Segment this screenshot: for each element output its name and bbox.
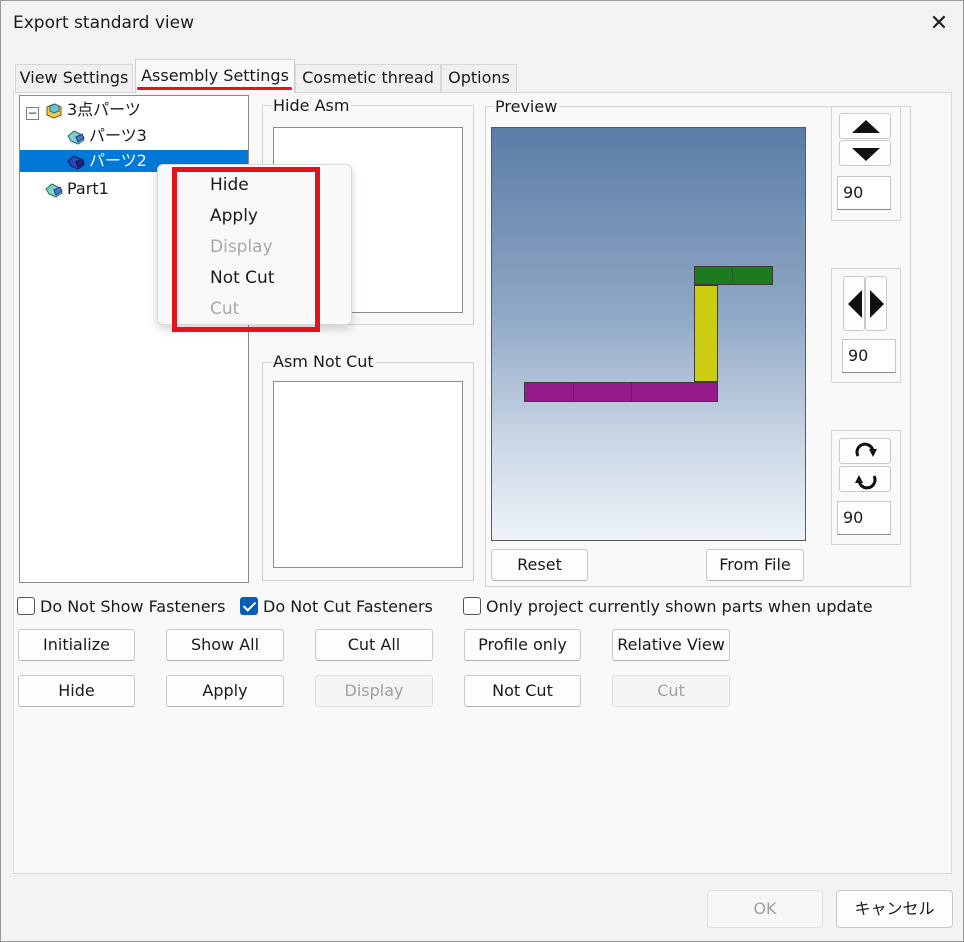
- asm-not-cut-list[interactable]: [273, 381, 463, 568]
- rotate-clockwise-icon: [855, 442, 877, 457]
- tree-item-label: Part1: [67, 179, 109, 198]
- asm-not-cut-label: Asm Not Cut: [271, 352, 376, 371]
- tree-item-root[interactable]: 3点パーツ: [44, 99, 141, 121]
- preview-edge: [631, 382, 632, 402]
- relative-view-button[interactable]: Relative View: [612, 629, 730, 661]
- assembly-icon: [46, 102, 62, 119]
- cancel-button[interactable]: キャンセル: [836, 890, 953, 928]
- checkbox-label: Do Not Show Fasteners: [40, 597, 226, 616]
- checkbox-label: Only project currently shown parts when …: [486, 597, 873, 616]
- cut-all-button[interactable]: Cut All: [315, 629, 433, 661]
- arrow-right-icon: [870, 290, 884, 318]
- arrow-up-icon: [852, 120, 880, 133]
- tree-item-part3[interactable]: パーツ3: [66, 125, 147, 147]
- hide-asm-label: Hide Asm: [271, 96, 352, 115]
- do-not-show-fasteners-checkbox[interactable]: Do Not Show Fasteners: [17, 596, 225, 618]
- rotate-up-button[interactable]: [839, 113, 891, 139]
- horizontal-angle-field[interactable]: 90: [842, 339, 896, 373]
- show-all-button[interactable]: Show All: [166, 629, 284, 661]
- vertical-angle-field[interactable]: 90: [837, 176, 891, 210]
- tab-cosmetic-thread[interactable]: Cosmetic thread: [295, 64, 441, 92]
- cut-button[interactable]: Cut: [612, 675, 730, 707]
- checkbox-checked[interactable]: [240, 597, 258, 615]
- part-icon: [67, 129, 85, 145]
- preview-part-green: [694, 266, 773, 285]
- rotate-angle-field[interactable]: 90: [837, 501, 891, 535]
- rotate-ccw-button[interactable]: [839, 466, 891, 492]
- rotate-cw-button[interactable]: [839, 438, 891, 464]
- rotate-counterclockwise-icon: [855, 475, 877, 490]
- from-file-button[interactable]: From File: [706, 549, 804, 581]
- checkbox-unchecked[interactable]: [17, 597, 35, 615]
- initialize-button[interactable]: Initialize: [18, 629, 135, 661]
- active-tab-highlight: [137, 87, 292, 90]
- apply-button[interactable]: Apply: [166, 675, 284, 707]
- part-icon: [67, 154, 85, 170]
- ok-button[interactable]: OK: [707, 890, 823, 928]
- do-not-cut-fasteners-checkbox[interactable]: Do Not Cut Fasteners: [240, 596, 433, 618]
- arrow-left-icon: [848, 290, 862, 318]
- only-project-shown-parts-checkbox[interactable]: Only project currently shown parts when …: [463, 596, 873, 618]
- title-bar: Export standard view ✕: [1, 1, 963, 47]
- checkbox-unchecked[interactable]: [463, 597, 481, 615]
- checkbox-label: Do Not Cut Fasteners: [263, 597, 433, 616]
- preview-canvas[interactable]: [491, 127, 806, 541]
- tree-item-part1[interactable]: Part1: [44, 178, 109, 200]
- rotate-right-button[interactable]: [865, 276, 887, 331]
- tab-view-settings[interactable]: View Settings: [15, 64, 133, 92]
- hide-button[interactable]: Hide: [18, 675, 135, 707]
- part-icon: [45, 182, 63, 198]
- rotate-left-button[interactable]: [843, 276, 865, 331]
- preview-edge: [573, 382, 574, 402]
- close-icon[interactable]: ✕: [923, 9, 955, 39]
- arrow-down-icon: [852, 148, 880, 161]
- highlight-annotation-box: [172, 167, 320, 332]
- preview-edge: [732, 266, 733, 285]
- rotate-down-button[interactable]: [839, 140, 891, 166]
- tree-item-label: パーツ3: [89, 126, 147, 145]
- preview-part-yellow: [694, 285, 718, 382]
- tab-options[interactable]: Options: [441, 64, 517, 92]
- not-cut-button[interactable]: Not Cut: [464, 675, 581, 707]
- reset-button[interactable]: Reset: [491, 549, 588, 581]
- profile-only-button[interactable]: Profile only: [464, 629, 581, 661]
- window-title: Export standard view: [13, 13, 195, 33]
- tree-item-label: パーツ2: [89, 151, 147, 170]
- tree-item-label: 3点パーツ: [67, 100, 141, 119]
- collapse-icon[interactable]: −: [26, 107, 39, 120]
- dialog-window: Export standard view ✕ View Settings Ass…: [0, 0, 964, 942]
- preview-label: Preview: [493, 97, 560, 116]
- preview-part-magenta: [524, 382, 718, 402]
- display-button[interactable]: Display: [315, 675, 433, 707]
